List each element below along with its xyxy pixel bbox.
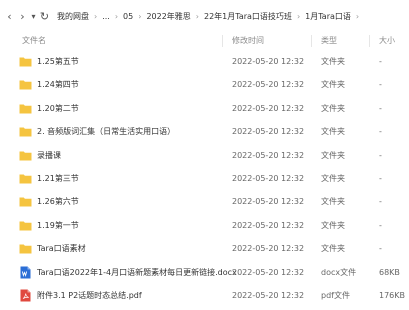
folder-icon (19, 78, 32, 91)
file-type: 文件夹 (321, 150, 345, 160)
file-size: - (379, 150, 382, 160)
back-button[interactable]: ‹ (3, 9, 16, 23)
file-modified: 2022-05-20 12:32 (232, 173, 305, 183)
breadcrumb-item[interactable]: 2022年雅思 (146, 11, 190, 22)
file-list: 1.25第五节 2022-05-20 12:32 文件夹 - 1.24第四节 2022-0… (0, 50, 409, 307)
folder-icon (19, 219, 32, 232)
chevron-down-icon: ▾ (31, 11, 36, 21)
pdf-icon (19, 289, 32, 302)
file-row[interactable]: 1.26第六节 2022-05-20 12:32 文件夹 - (0, 190, 409, 213)
file-row[interactable]: Tara口语素材 2022-05-20 12:32 文件夹 - (0, 237, 409, 260)
file-modified: 2022-05-20 12:32 (232, 127, 305, 137)
file-type: 文件夹 (321, 173, 345, 183)
breadcrumb-item[interactable]: 1月Tara口语 (305, 11, 351, 22)
column-header-size[interactable]: 大小 (379, 32, 395, 50)
file-name[interactable]: Tara口语2022年1-4月口语新题素材每日更新链接.docx (37, 261, 237, 284)
file-type: 文件夹 (321, 220, 345, 230)
file-name[interactable]: 附件3.1 P2话题时态总结.pdf (37, 284, 142, 307)
file-name[interactable]: 2. 音频版词汇集（日常生活实用口语） (37, 120, 175, 143)
breadcrumb-separator: › (355, 11, 360, 21)
file-row[interactable]: 1.21第三节 2022-05-20 12:32 文件夹 - (0, 167, 409, 190)
breadcrumb-separator: › (138, 11, 142, 21)
forward-icon: › (20, 9, 25, 23)
forward-button[interactable]: › (16, 9, 29, 23)
breadcrumb-item[interactable]: 22年1月Tara口语技巧班 (204, 11, 292, 22)
file-modified: 2022-05-20 12:32 (232, 103, 305, 113)
breadcrumb-item[interactable]: ... (102, 12, 110, 21)
file-modified: 2022-05-20 12:32 (232, 290, 305, 300)
file-type: 文件夹 (321, 197, 345, 207)
folder-icon (19, 55, 32, 68)
file-size: - (379, 173, 382, 183)
column-header-name[interactable]: 文件名 (22, 32, 46, 50)
word-doc-icon (19, 266, 32, 279)
column-header: 文件名 修改时间 类型 大小 (0, 32, 409, 50)
file-size: - (379, 57, 382, 66)
file-name[interactable]: 1.24第四节 (37, 73, 79, 96)
file-size: - (379, 127, 382, 137)
file-size: - (379, 103, 382, 113)
file-row[interactable]: 1.25第五节 2022-05-20 12:32 文件夹 - (0, 50, 409, 73)
breadcrumb-separator: › (94, 11, 98, 21)
column-divider[interactable] (222, 35, 223, 47)
file-modified: 2022-05-20 12:32 (232, 150, 305, 160)
file-type: 文件夹 (321, 103, 345, 113)
file-row[interactable]: 1.24第四节 2022-05-20 12:32 文件夹 - (0, 73, 409, 96)
file-row[interactable]: 录播课 2022-05-20 12:32 文件夹 - (0, 144, 409, 167)
file-modified: 2022-05-20 12:32 (232, 80, 305, 90)
toolbar: ‹ › ▾ ↻ 我的网盘 › ... › 05 › 2022年雅思 › 22年1… (0, 0, 409, 32)
breadcrumb: 我的网盘 › ... › 05 › 2022年雅思 › 22年1月Tara口语技… (57, 11, 364, 22)
column-header-modified[interactable]: 修改时间 (232, 32, 264, 50)
history-dropdown-button[interactable]: ▾ (29, 9, 38, 23)
file-size: 68KB (379, 267, 400, 277)
refresh-button[interactable]: ↻ (38, 9, 51, 23)
file-row[interactable]: 1.20第二节 2022-05-20 12:32 文件夹 - (0, 97, 409, 120)
back-icon: ‹ (7, 9, 12, 23)
folder-icon (19, 172, 32, 185)
file-type: 文件夹 (321, 244, 345, 254)
column-header-type[interactable]: 类型 (321, 32, 337, 50)
column-divider[interactable] (311, 35, 312, 47)
file-name[interactable]: 1.26第六节 (37, 190, 79, 213)
folder-icon (19, 242, 32, 255)
file-size: - (379, 80, 382, 90)
file-row[interactable]: Tara口语2022年1-4月口语新题素材每日更新链接.docx 2022-05-… (0, 261, 409, 284)
folder-icon (19, 125, 32, 138)
refresh-icon: ↻ (39, 9, 50, 23)
file-type: pdf文件 (321, 290, 350, 300)
file-modified: 2022-05-20 12:32 (232, 220, 305, 230)
file-name[interactable]: 1.21第三节 (37, 167, 79, 190)
file-type: 文件夹 (321, 80, 345, 90)
file-type: 文件夹 (321, 57, 345, 66)
folder-icon (19, 102, 32, 115)
file-modified: 2022-05-20 12:32 (232, 267, 305, 277)
file-name[interactable]: 1.19第一节 (37, 214, 79, 237)
file-modified: 2022-05-20 12:32 (232, 57, 305, 66)
file-size: - (379, 197, 382, 207)
file-name[interactable]: 录播课 (37, 144, 61, 167)
file-type: 文件夹 (321, 127, 345, 137)
file-name[interactable]: Tara口语素材 (37, 237, 86, 260)
breadcrumb-separator: › (114, 11, 119, 21)
file-size: - (379, 244, 382, 254)
file-modified: 2022-05-20 12:32 (232, 244, 305, 254)
file-name[interactable]: 1.25第五节 (37, 50, 79, 73)
file-modified: 2022-05-20 12:32 (232, 197, 305, 207)
breadcrumb-separator: › (195, 11, 199, 21)
file-type: docx文件 (321, 267, 357, 277)
file-size: 176KB (379, 290, 406, 300)
file-row[interactable]: 附件3.1 P2话题时态总结.pdf 2022-05-20 12:32 pdf文件 1… (0, 284, 409, 307)
file-name[interactable]: 1.20第二节 (37, 97, 79, 120)
folder-icon (19, 195, 32, 208)
breadcrumb-item[interactable]: 我的网盘 (57, 11, 89, 22)
file-size: - (379, 220, 382, 230)
breadcrumb-separator: › (296, 11, 301, 21)
column-divider[interactable] (369, 35, 370, 47)
file-row[interactable]: 1.19第一节 2022-05-20 12:32 文件夹 - (0, 214, 409, 237)
file-row[interactable]: 2. 音频版词汇集（日常生活实用口语） 2022-05-20 12:32 文件夹 - (0, 120, 409, 143)
folder-icon (19, 149, 32, 162)
breadcrumb-item[interactable]: 05 (123, 12, 133, 21)
